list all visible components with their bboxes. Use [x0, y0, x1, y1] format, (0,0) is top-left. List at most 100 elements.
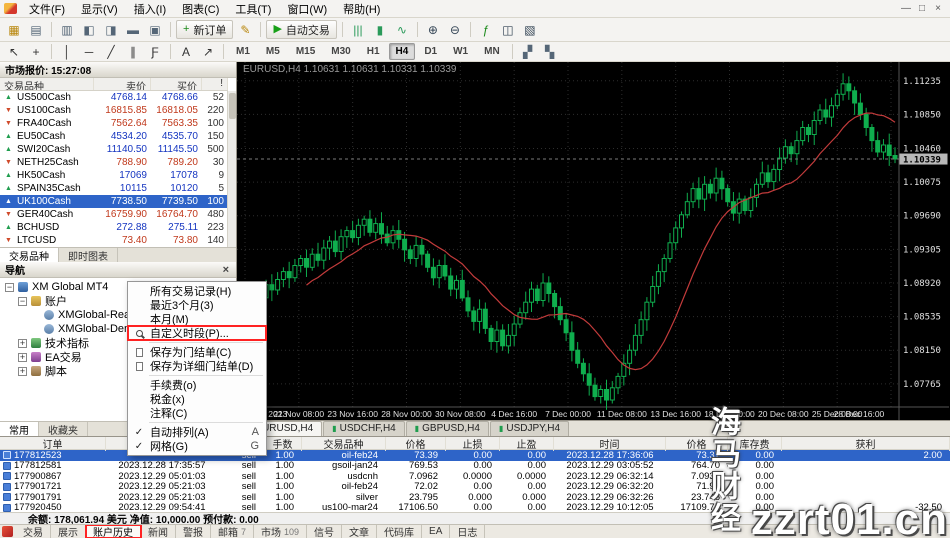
cascade-windows-icon[interactable]: ▚ — [540, 42, 560, 61]
history-column-11[interactable]: 获利 — [782, 436, 950, 451]
timeframe-m30[interactable]: M30 — [324, 43, 357, 60]
zoom-out-icon[interactable]: ⊖ — [445, 20, 465, 39]
timeframe-d1[interactable]: D1 — [417, 43, 444, 60]
menu-comments[interactable]: 注释(C) — [128, 406, 266, 420]
vertical-line-icon[interactable]: │ — [57, 42, 77, 61]
strategy-tester-icon[interactable]: ▣ — [145, 20, 165, 39]
menu-view[interactable]: 显示(V) — [73, 0, 126, 19]
templates-icon[interactable]: ▧ — [520, 20, 540, 39]
tree-expander-icon[interactable]: + — [18, 353, 27, 362]
menu-help[interactable]: 帮助(H) — [335, 0, 388, 19]
tab-signals[interactable]: 信号 — [307, 525, 342, 538]
channel-icon[interactable]: ∥ — [123, 42, 143, 61]
history-column-3[interactable]: 手数 — [264, 436, 302, 451]
periods-icon[interactable]: ◫ — [498, 20, 518, 39]
text-label-icon[interactable]: A — [176, 42, 196, 61]
menu-save-as-detailed-report[interactable]: 保存为详细门结单(D) — [128, 359, 266, 373]
menu-file[interactable]: 文件(F) — [21, 0, 73, 19]
timeframe-w1[interactable]: W1 — [446, 43, 475, 60]
market-watch-row-eu50cash[interactable]: ▲EU50Cash4534.204535.70150 — [0, 130, 228, 143]
history-column-0[interactable]: 订单 — [0, 436, 106, 451]
tab-tick-chart[interactable]: 即时图表 — [59, 248, 118, 262]
tab-news[interactable]: 新闻 — [141, 525, 176, 538]
menu-commissions[interactable]: 手续费(o) — [128, 378, 266, 392]
indicators-icon[interactable]: ƒ — [476, 20, 496, 39]
market-watch-icon[interactable]: ▥ — [57, 20, 77, 39]
horizontal-line-icon[interactable]: ─ — [79, 42, 99, 61]
menu-insert[interactable]: 插入(I) — [126, 0, 174, 19]
history-row-177900867[interactable]: 1779008672023.12.29 05:01:03sell1.00usdc… — [0, 471, 950, 482]
tab-symbols[interactable]: 交易品种 — [0, 248, 59, 262]
trendline-icon[interactable]: ╱ — [101, 42, 121, 61]
timeframe-m1[interactable]: M1 — [229, 43, 257, 60]
history-column-5[interactable]: 价格 — [386, 436, 446, 451]
tree-expander-icon[interactable]: + — [18, 339, 27, 348]
history-column-4[interactable]: 交易品种 — [302, 436, 386, 451]
market-watch-row-neth25cash[interactable]: ▼NETH25Cash788.90789.2030 — [0, 156, 228, 169]
tab-market[interactable]: 市场109 — [254, 525, 307, 538]
zoom-in-icon[interactable]: ⊕ — [423, 20, 443, 39]
market-watch-column-0[interactable]: 交易品种 — [0, 78, 94, 90]
menu-grid[interactable]: ✓网格(G)G — [128, 439, 266, 453]
candlestick-chart-icon[interactable]: ▮ — [370, 20, 390, 39]
history-column-6[interactable]: 止损 — [446, 436, 500, 451]
tab-experts[interactable]: EA — [422, 525, 450, 538]
auto-trading-button[interactable]: ▶自动交易 — [266, 20, 336, 39]
history-column-7[interactable]: 止盈 — [500, 436, 554, 451]
new-chart-icon[interactable]: ▦ — [4, 20, 24, 39]
market-watch-row-ltcusd[interactable]: ▼LTCUSD73.4073.80140 — [0, 234, 228, 247]
line-chart-icon[interactable]: ∿ — [392, 20, 412, 39]
market-watch-column-1[interactable]: 卖价 — [94, 78, 151, 90]
tree-expander-icon[interactable]: − — [18, 297, 27, 306]
terminal-panel-icon[interactable]: ▬ — [123, 20, 143, 39]
bar-chart-icon[interactable]: ||| — [348, 20, 368, 39]
cursor-icon[interactable]: ↖ — [4, 42, 24, 61]
new-order-button[interactable]: +新订单 — [176, 20, 233, 39]
data-window-icon[interactable]: ◧ — [79, 20, 99, 39]
tab-journal[interactable]: 日志 — [450, 525, 485, 538]
crosshair-icon[interactable]: + — [26, 42, 46, 61]
tree-expander-icon[interactable]: − — [5, 283, 14, 292]
navigator-icon[interactable]: ◨ — [101, 20, 121, 39]
timeframe-mn[interactable]: MN — [477, 43, 507, 60]
chart-tab-usdjpy[interactable]: ▮USDJPY,H4 — [490, 421, 569, 436]
menu-this-month[interactable]: 本月(M) — [128, 312, 266, 326]
market-watch-row-uk100cash[interactable]: ▲UK100Cash7738.507739.50100 — [0, 195, 228, 208]
timeframe-m5[interactable]: M5 — [259, 43, 287, 60]
market-watch-row-hk50cash[interactable]: ▲HK50Cash17069170789 — [0, 169, 228, 182]
menu-all-history[interactable]: 所有交易记录(H) — [128, 284, 266, 298]
market-watch-row-spain35cash[interactable]: ▲SPAIN35Cash10115101205 — [0, 182, 228, 195]
tab-account-history[interactable]: 账户历史 — [86, 525, 141, 538]
market-watch-column-2[interactable]: 买价 — [151, 78, 202, 90]
chart-canvas[interactable]: 1.112351.108501.104601.100751.096901.093… — [237, 62, 949, 420]
market-watch-row-us500cash[interactable]: ▲US500Cash4768.144768.6652 — [0, 91, 228, 104]
chart-tab-gbpusd[interactable]: ▮GBPUSD,H4 — [406, 421, 489, 436]
timeframe-h1[interactable]: H1 — [360, 43, 387, 60]
fibonacci-icon[interactable]: Ƒ — [145, 42, 165, 61]
menu-window[interactable]: 窗口(W) — [279, 0, 335, 19]
timeframe-h4[interactable]: H4 — [389, 43, 416, 60]
time-axis[interactable]: 16 Nov 202321 Nov 08:0023 Nov 16:0028 No… — [239, 409, 885, 419]
chart-tab-usdchf[interactable]: ▮USDCHF,H4 — [323, 421, 405, 436]
history-column-8[interactable]: 时间 — [554, 436, 666, 451]
menu-taxes[interactable]: 税金(x) — [128, 392, 266, 406]
menu-save-as-report[interactable]: 保存为门结单(C) — [128, 345, 266, 359]
menu-auto-arrange[interactable]: ✓自动排列(A)A — [128, 425, 266, 439]
menu-custom-period[interactable]: 自定义时段(P)... — [128, 326, 266, 340]
tab-articles[interactable]: 文章 — [342, 525, 377, 538]
arrow-objects-icon[interactable]: ↗ — [198, 42, 218, 61]
tab-exposure[interactable]: 展示 — [51, 525, 86, 538]
timeframe-m15[interactable]: M15 — [289, 43, 322, 60]
tree-expander-icon[interactable]: + — [18, 367, 27, 376]
history-row-177901721[interactable]: 1779017212023.12.29 05:21:03sell1.00oil-… — [0, 482, 950, 493]
metaeditor-icon[interactable]: ✎ — [235, 20, 255, 39]
tab-alerts[interactable]: 警报 — [176, 525, 211, 538]
tab-code-base[interactable]: 代码库 — [377, 525, 422, 538]
close-icon[interactable]: × — [221, 264, 231, 276]
market-watch-row-ger40cash[interactable]: ▼GER40Cash16759.9016764.70480 — [0, 208, 228, 221]
history-row-177812581[interactable]: 1778125812023.12.28 17:35:57sell1.00gsoi… — [0, 461, 950, 472]
tab-common[interactable]: 常用 — [0, 422, 39, 436]
scrollbar-thumb[interactable] — [229, 93, 236, 119]
market-watch-row-us100cash[interactable]: ▼US100Cash16815.8516818.05220 — [0, 104, 228, 117]
menu-last-3-months[interactable]: 最近3个月(3) — [128, 298, 266, 312]
